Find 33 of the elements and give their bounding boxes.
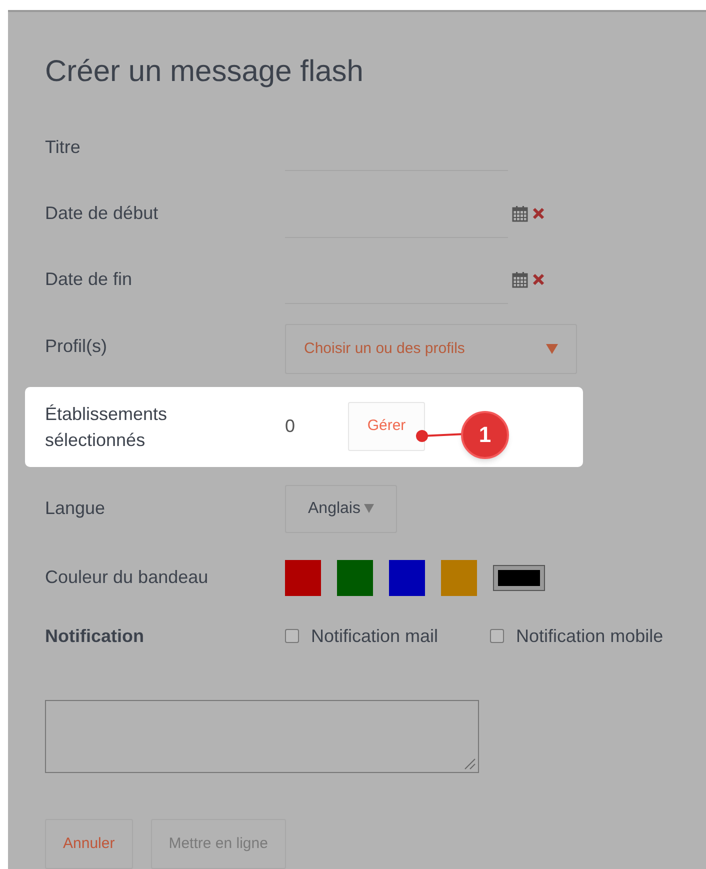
caret-icon [546, 344, 558, 354]
field-label: Établissements sélectionnés [45, 402, 168, 452]
message-textarea[interactable] [45, 700, 479, 773]
caret-icon [364, 504, 374, 514]
callout-badge: 1 [461, 410, 509, 458]
color-swatch[interactable] [441, 560, 477, 596]
close-icon[interactable] [532, 207, 545, 220]
close-icon[interactable] [532, 273, 545, 286]
resize-handle-icon [464, 758, 476, 770]
checkbox[interactable] [285, 629, 299, 644]
publish-button[interactable]: Mettre en ligne [150, 818, 286, 869]
color-swatch[interactable] [285, 560, 321, 596]
cancel-button[interactable]: Annuler [45, 818, 133, 869]
checkbox[interactable] [490, 629, 504, 644]
color-swatch[interactable] [493, 564, 545, 591]
field-label: Titre [45, 136, 80, 157]
field-label: Date de début [45, 203, 158, 224]
language-select[interactable]: Anglais [285, 484, 398, 533]
field-label: Notification [45, 626, 144, 646]
calendar-icon[interactable] [512, 205, 528, 222]
color-swatch[interactable] [337, 560, 373, 596]
manage-button[interactable]: Gérer [348, 402, 425, 452]
field-label: Profil(s) [45, 336, 107, 356]
page-title: Créer un message flash [45, 54, 364, 90]
field-label: Langue [45, 498, 106, 518]
count-value: 0 [285, 415, 296, 438]
calendar-icon[interactable] [512, 271, 528, 288]
color-swatch[interactable] [389, 560, 425, 596]
checkbox-label: Notification mobile [516, 624, 664, 648]
field-label: Couleur du bandeau [45, 567, 208, 588]
profile-select[interactable]: Choisir un ou des profils [285, 324, 577, 374]
field-label: Date de fin [45, 269, 132, 290]
checkbox-label: Notification mail [311, 624, 438, 648]
